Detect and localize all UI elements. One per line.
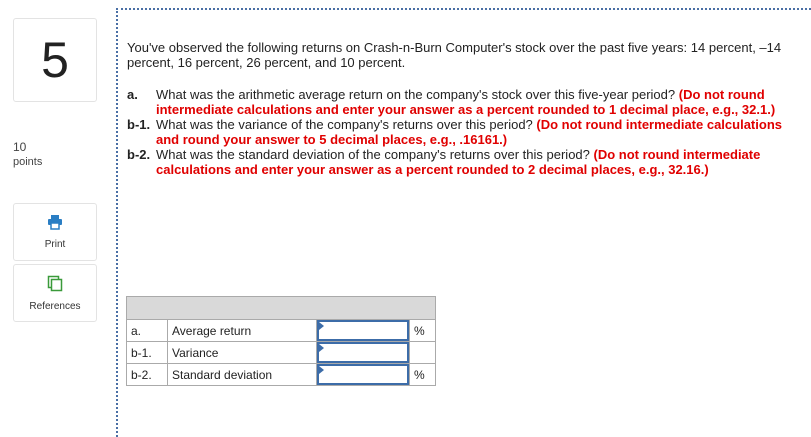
row-unit (409, 341, 436, 364)
references-icon (47, 275, 63, 295)
row-unit: % (409, 363, 436, 386)
points-label: points (13, 156, 43, 168)
part-label: b-1. (127, 117, 151, 132)
part-question: What was the variance of the company's r… (156, 117, 533, 132)
references-label: References (29, 300, 81, 312)
question-number-text: 5 (41, 32, 69, 88)
part-question: What was the arithmetic average return o… (156, 87, 676, 102)
input-marker-icon (319, 344, 324, 352)
answer-row-b1: b-1. Variance (126, 341, 436, 364)
problem-content: You've observed the following returns on… (127, 40, 787, 177)
part-b2: b-2. What was the standard deviation of … (127, 147, 787, 177)
answer-table-header (126, 296, 436, 320)
row-description: Standard deviation (167, 363, 317, 386)
part-body: What was the arithmetic average return o… (156, 87, 787, 117)
row-description: Variance (167, 341, 317, 364)
part-a: a. What was the arithmetic average retur… (127, 87, 787, 117)
variance-input[interactable] (317, 342, 409, 363)
print-button[interactable]: Print (13, 203, 97, 261)
printer-icon (47, 214, 63, 233)
answer-cell (316, 319, 410, 342)
input-marker-icon (319, 322, 324, 330)
answer-row-a: a. Average return % (126, 319, 436, 342)
part-b1: b-1. What was the variance of the compan… (127, 117, 787, 147)
points-info: 10 points (13, 140, 42, 170)
part-body: What was the standard deviation of the c… (156, 147, 787, 177)
left-divider (116, 8, 118, 437)
problem-intro: You've observed the following returns on… (127, 40, 782, 70)
part-body: What was the variance of the company's r… (156, 117, 787, 147)
row-label: b-2. (126, 363, 168, 386)
answer-table: a. Average return % b-1. Variance b-2. S… (126, 296, 436, 386)
top-divider (116, 8, 811, 10)
part-label: a. (127, 87, 138, 102)
part-label: b-2. (127, 147, 151, 162)
row-description: Average return (167, 319, 317, 342)
row-unit: % (409, 319, 436, 342)
print-label: Print (44, 239, 66, 250)
row-label: b-1. (126, 341, 168, 364)
question-number: 5 (13, 18, 97, 102)
part-question: What was the standard deviation of the c… (156, 147, 590, 162)
average-return-input[interactable] (317, 320, 409, 341)
answer-cell (316, 363, 410, 386)
answer-cell (316, 341, 410, 364)
row-label: a. (126, 319, 168, 342)
references-button[interactable]: References (13, 264, 97, 322)
answer-row-b2: b-2. Standard deviation % (126, 363, 436, 386)
points-value: 10 (13, 140, 27, 154)
standard-deviation-input[interactable] (317, 364, 409, 385)
input-marker-icon (319, 366, 324, 374)
header-cell (126, 296, 436, 320)
